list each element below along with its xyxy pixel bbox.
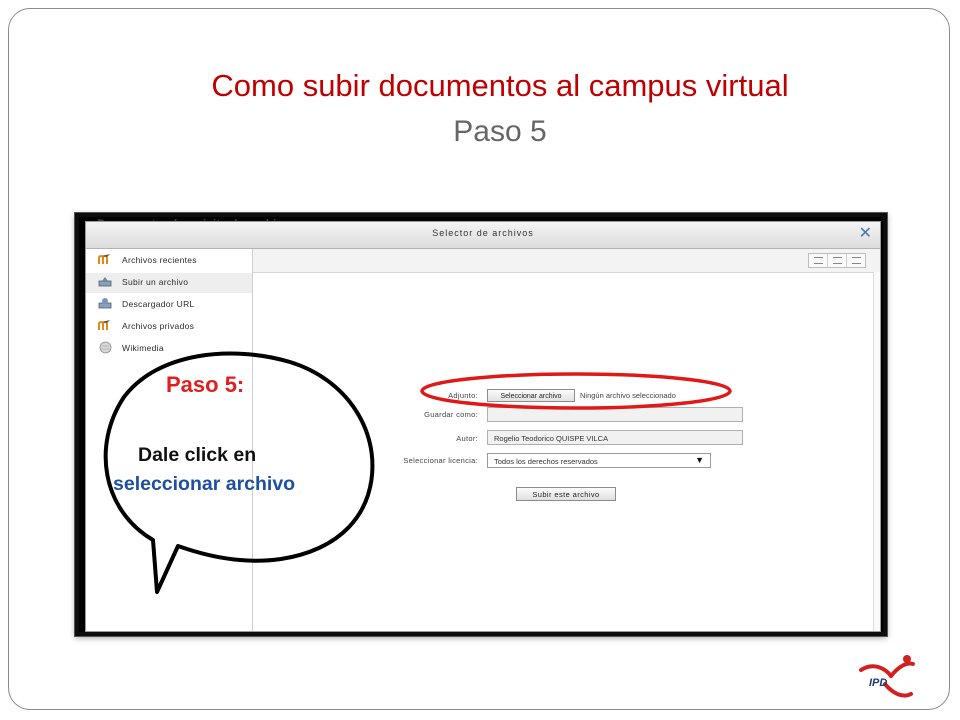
- callout-line1: Dale click en: [138, 444, 257, 466]
- callout-title: Paso 5:: [166, 372, 245, 397]
- ipd-logo: IPD: [859, 655, 915, 698]
- annotation-overlay: [103, 351, 732, 594]
- logo-text: IPD: [869, 677, 887, 689]
- callout-line2: seleccionar archivo: [113, 473, 296, 495]
- highlight-ellipse: [420, 372, 732, 410]
